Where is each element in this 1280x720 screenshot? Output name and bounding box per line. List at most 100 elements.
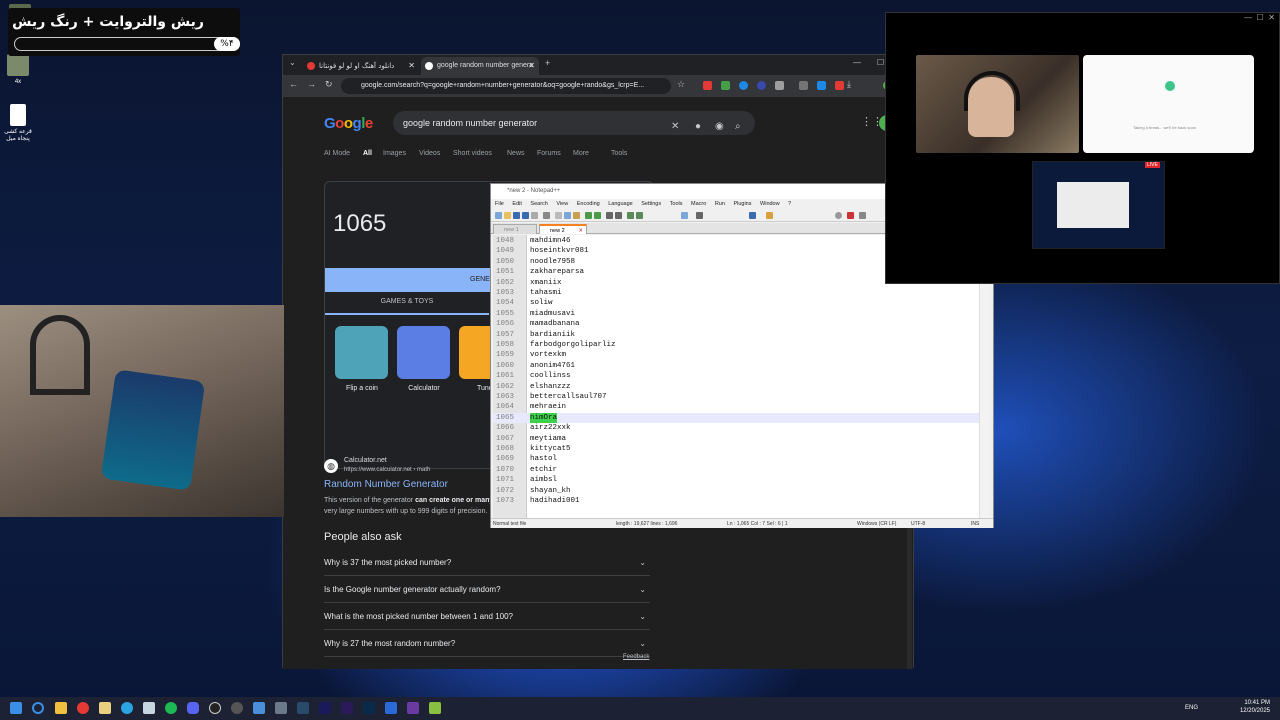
menu-help[interactable]: ? <box>788 201 791 207</box>
lens-icon[interactable]: ◉ <box>715 115 724 139</box>
menu-language[interactable]: Language <box>608 201 632 207</box>
after-effects-icon[interactable] <box>319 702 331 714</box>
wrap-icon[interactable] <box>681 212 688 219</box>
indent-guide-icon[interactable] <box>696 212 703 219</box>
extension-icon[interactable] <box>817 81 826 90</box>
notepadpp-icon[interactable] <box>429 702 441 714</box>
feedback-link[interactable]: Feedback <box>623 654 649 660</box>
tab-short-videos[interactable]: Short videos <box>453 150 492 157</box>
app-icon[interactable] <box>385 702 397 714</box>
extension-icon[interactable] <box>775 81 784 90</box>
app-icon[interactable] <box>297 702 309 714</box>
macro-play-icon[interactable] <box>859 212 866 219</box>
save-all-icon[interactable] <box>522 212 529 219</box>
flip-coin-card[interactable]: Flip a coin <box>335 326 389 392</box>
forward-icon[interactable]: → <box>307 79 316 89</box>
menu-run[interactable]: Run <box>715 201 725 207</box>
menu-view[interactable]: View <box>556 201 568 207</box>
chrome-icon[interactable] <box>77 702 89 714</box>
games-toys-label[interactable]: GAMES & TOYS <box>325 298 489 315</box>
app-icon[interactable] <box>407 702 419 714</box>
browser-tab-music[interactable]: دانلود آهنگ او لو لو فونتانا ✕ <box>303 57 419 75</box>
menu-settings[interactable]: Settings <box>641 201 661 207</box>
extension-icon[interactable] <box>739 81 748 90</box>
result-title-link[interactable]: Random Number Generator <box>324 479 448 490</box>
undo-icon[interactable] <box>585 212 592 219</box>
window-controls[interactable]: — ☐ ✕ <box>1244 13 1275 22</box>
editor-line[interactable]: 1063 bettercallsaul707 <box>493 392 989 402</box>
new-tab-icon[interactable]: + <box>545 58 550 68</box>
editor-line[interactable]: 1054 soliw <box>493 298 989 308</box>
editor-line[interactable]: 1070 etchir <box>493 465 989 475</box>
menu-search[interactable]: Search <box>530 201 547 207</box>
editor-line[interactable]: 1068 kittycat5 <box>493 444 989 454</box>
url-field[interactable]: google.com/search?q=google+random+number… <box>341 78 671 94</box>
menu-plugins[interactable]: Plugins <box>733 201 751 207</box>
search-input[interactable]: google random number generator ✕ ● ◉ ⌕ <box>393 111 755 135</box>
editor-line[interactable]: 1056 mamadbanana <box>493 319 989 329</box>
open-file-icon[interactable] <box>504 212 511 219</box>
clear-search-icon[interactable]: ✕ <box>671 115 679 139</box>
editor-line[interactable]: 1072 shayan_kh <box>493 486 989 496</box>
system-tray[interactable]: ENG 10:41 PM 12/20/2025 <box>1185 699 1270 715</box>
app-icon[interactable] <box>275 702 287 714</box>
editor-line[interactable]: 1058 farbodgorgoliparliz <box>493 340 989 350</box>
editor-line[interactable]: 1067 meytiama <box>493 434 989 444</box>
extension-icon[interactable] <box>757 81 766 90</box>
desktop-icon-4x[interactable]: 4x <box>0 54 36 86</box>
premiere-icon[interactable] <box>341 702 353 714</box>
maximize-icon[interactable]: ☐ <box>877 58 884 67</box>
editor-line[interactable]: 1053 tahasmi <box>493 288 989 298</box>
current-line[interactable]: 1065 nimOra <box>493 412 989 424</box>
editor-line[interactable]: 1059 vortexkm <box>493 350 989 360</box>
copy-icon[interactable] <box>564 212 571 219</box>
google-logo[interactable]: Google <box>324 115 373 132</box>
paa-question[interactable]: Why is 37 the most picked number? ⌄ <box>324 549 650 576</box>
paa-question[interactable]: Why is 27 the most random number? ⌄ <box>324 630 650 657</box>
editor-line[interactable]: 1062 elshanzzz <box>493 382 989 392</box>
discord-icon[interactable] <box>187 702 199 714</box>
app-icon[interactable] <box>231 702 243 714</box>
editor-line[interactable]: 1066 airz22xxk <box>493 423 989 433</box>
editor-line[interactable]: 1060 anonim4761 <box>493 361 989 371</box>
paa-question[interactable]: Is the Google number generator actually … <box>324 576 650 603</box>
tab-tools[interactable]: Tools <box>611 150 627 157</box>
paa-question[interactable]: What is the most picked number between 1… <box>324 603 650 630</box>
tab-close-icon[interactable]: ✕ <box>528 57 535 75</box>
extension-icon[interactable] <box>799 81 808 90</box>
paste-icon[interactable] <box>573 212 580 219</box>
doc-map-icon[interactable] <box>749 212 756 219</box>
zoom-in-icon[interactable] <box>627 212 634 219</box>
editor-line[interactable]: 1061 coollinss <box>493 371 989 381</box>
editor-line[interactable]: 1057 bardianiik <box>493 330 989 340</box>
tab-more[interactable]: More <box>573 150 589 157</box>
replace-icon[interactable] <box>615 212 622 219</box>
obs-icon[interactable] <box>209 702 221 714</box>
spotify-icon[interactable] <box>165 702 177 714</box>
back-icon[interactable]: ← <box>289 79 298 89</box>
search-icon[interactable] <box>32 702 44 714</box>
download-icon[interactable]: ⤓ <box>847 79 851 90</box>
tab-videos[interactable]: Videos <box>419 150 440 157</box>
cut-icon[interactable] <box>555 212 562 219</box>
calculator-card[interactable]: Calculator <box>397 326 451 392</box>
clock-date[interactable]: 12/20/2025 <box>1240 707 1270 715</box>
editor-line[interactable]: 1064 mehraein <box>493 402 989 412</box>
new-file-icon[interactable] <box>495 212 502 219</box>
voice-search-icon[interactable]: ● <box>695 115 701 139</box>
editor-line[interactable]: 1069 hastol <box>493 454 989 464</box>
macro-record-icon[interactable] <box>835 212 842 219</box>
clock-time[interactable]: 10:41 PM <box>1240 699 1270 707</box>
language-indicator[interactable]: ENG <box>1185 704 1198 712</box>
editor-line[interactable]: 1071 aimbsl <box>493 475 989 485</box>
tab-ai-mode[interactable]: AI Mode <box>324 150 350 157</box>
file-explorer-icon[interactable] <box>55 702 67 714</box>
file-tab-new1[interactable]: new 1 <box>493 224 537 234</box>
tab-news[interactable]: News <box>507 150 525 157</box>
desktop-icon-raffle[interactable]: قرعه کشی پنجاه میل <box>0 104 36 143</box>
extension-icon[interactable] <box>721 81 730 90</box>
tab-all[interactable]: All <box>363 150 372 157</box>
find-icon[interactable] <box>606 212 613 219</box>
tab-images[interactable]: Images <box>383 150 406 157</box>
browser-tab-google[interactable]: google random number genera ✕ <box>421 57 539 75</box>
